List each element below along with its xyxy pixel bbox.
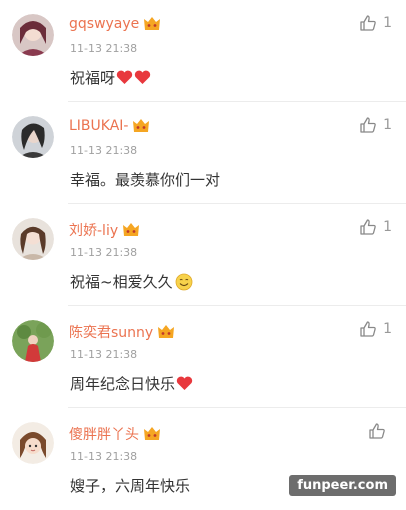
comment-text: 祝福~相爱久久 bbox=[70, 271, 193, 292]
thumbs-up-icon bbox=[360, 219, 376, 235]
smile-emoji-icon bbox=[175, 273, 193, 291]
heart-emoji-icon bbox=[176, 376, 193, 391]
member-badge-icon bbox=[132, 118, 150, 134]
comment-text: 嫂子，六周年快乐 bbox=[70, 477, 191, 495]
username[interactable]: 刘娇-liy bbox=[69, 220, 140, 240]
thumbs-up-icon bbox=[360, 321, 376, 337]
comment-item: gqswyaye 11-13 21:38 祝福呀 1 bbox=[0, 0, 406, 102]
avatar[interactable] bbox=[12, 14, 54, 56]
comment-timestamp: 11-13 21:38 bbox=[70, 450, 138, 463]
comment-timestamp: 11-13 21:38 bbox=[70, 348, 138, 361]
like-button[interactable]: 1 bbox=[359, 320, 392, 338]
comment-text: 周年纪念日快乐 bbox=[70, 373, 193, 394]
comment-item: 刘娇-liy 11-13 21:38 祝福~相爱久久 1 bbox=[0, 204, 406, 306]
like-button[interactable]: 1 bbox=[359, 116, 392, 134]
comment-timestamp: 11-13 21:38 bbox=[70, 42, 138, 55]
username[interactable]: LIBUKAI- bbox=[69, 118, 150, 134]
thumbs-up-icon bbox=[369, 423, 385, 439]
member-badge-icon bbox=[122, 222, 140, 238]
like-count: 1 bbox=[383, 117, 392, 133]
avatar[interactable] bbox=[12, 320, 54, 362]
member-badge-icon bbox=[143, 426, 161, 442]
like-button[interactable]: 1 bbox=[359, 218, 392, 236]
comment-text: 幸福。最羡慕你们一对 bbox=[70, 171, 221, 189]
like-button[interactable]: 1 bbox=[359, 14, 392, 32]
heart-emoji-icon bbox=[134, 70, 151, 85]
avatar[interactable] bbox=[12, 422, 54, 464]
username[interactable]: 陈奕君sunny bbox=[69, 322, 175, 342]
comment-timestamp: 11-13 21:38 bbox=[70, 246, 138, 259]
member-badge-icon bbox=[157, 324, 175, 340]
watermark: funpeer.com bbox=[289, 475, 396, 496]
member-badge-icon bbox=[143, 16, 161, 32]
username[interactable]: 傻胖胖丫头 bbox=[69, 424, 161, 444]
heart-emoji-icon bbox=[116, 70, 133, 85]
avatar[interactable] bbox=[12, 116, 54, 158]
comment-item: 陈奕君sunny 11-13 21:38 周年纪念日快乐 1 bbox=[0, 306, 406, 408]
like-button[interactable] bbox=[368, 422, 392, 440]
thumbs-up-icon bbox=[360, 117, 376, 133]
avatar[interactable] bbox=[12, 218, 54, 260]
like-count: 1 bbox=[383, 219, 392, 235]
comment-timestamp: 11-13 21:38 bbox=[70, 144, 138, 157]
thumbs-up-icon bbox=[360, 15, 376, 31]
like-count: 1 bbox=[383, 321, 392, 337]
like-count: 1 bbox=[383, 15, 392, 31]
username[interactable]: gqswyaye bbox=[69, 16, 161, 32]
comment-item: LIBUKAI- 11-13 21:38 幸福。最羡慕你们一对 1 bbox=[0, 102, 406, 204]
comment-text: 祝福呀 bbox=[70, 67, 151, 88]
